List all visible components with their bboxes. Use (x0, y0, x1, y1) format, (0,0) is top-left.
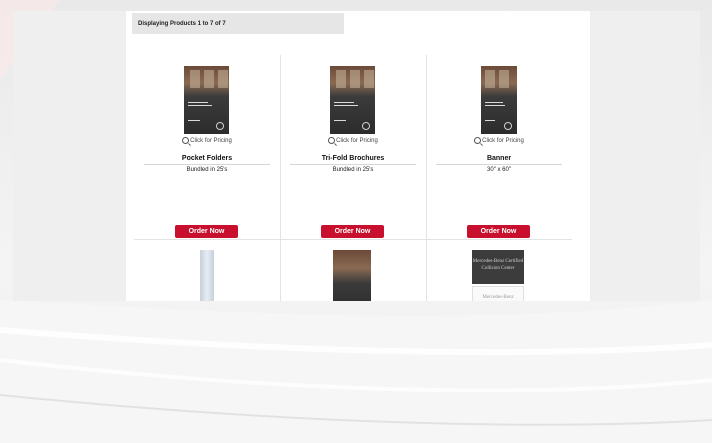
product-title[interactable]: Pocket Folders (144, 155, 270, 165)
product-count-header: Displaying Products 1 to 7 of 7 (132, 13, 344, 34)
star-logo-icon (504, 122, 512, 130)
click-for-pricing-link[interactable]: Click for Pricing (280, 137, 426, 144)
click-for-pricing-link[interactable]: Click for Pricing (426, 137, 572, 144)
star-logo-icon (216, 122, 224, 130)
magnifier-icon (474, 137, 482, 144)
pricing-label: Click for Pricing (190, 138, 232, 145)
magnifier-icon (182, 137, 190, 144)
product-thumbnail[interactable] (333, 250, 371, 301)
product-subtitle: Bundled in 25's (332, 167, 374, 173)
order-now-button[interactable]: Order Now (321, 225, 384, 238)
order-now-button[interactable]: Order Now (467, 225, 530, 238)
star-logo-icon (362, 122, 370, 130)
order-now-button[interactable]: Order Now (175, 225, 238, 238)
product-title[interactable]: Banner (436, 155, 562, 165)
product-card-banner: Click for Pricing Banner 30" x 60" Order… (426, 55, 572, 239)
product-card-pocket-folders: Click for Pricing Pocket Folders Bundled… (134, 55, 280, 239)
product-thumbnail[interactable] (184, 66, 229, 134)
product-thumbnail[interactable] (200, 250, 214, 301)
product-card-retractable-banner (134, 240, 280, 301)
magnifier-icon (328, 137, 336, 144)
product-title[interactable]: Tri-Fold Brochures (290, 155, 416, 165)
sign-text: Mercedes-Benz Certified Collision Center (472, 259, 524, 271)
product-card-tri-fold-brochures: Click for Pricing Tri-Fold Brochures Bun… (280, 55, 426, 239)
pricing-label: Click for Pricing (482, 138, 524, 145)
product-thumbnail[interactable] (481, 66, 517, 134)
product-subtitle: Bundled in 25's (186, 167, 228, 173)
pricing-label: Click for Pricing (336, 138, 378, 145)
product-thumbnail[interactable] (330, 66, 375, 134)
product-thumbnail[interactable]: Mercedes-Benz Certified Collision Center (472, 250, 524, 284)
product-listing-panel: Displaying Products 1 to 7 of 7 Click fo… (126, 11, 590, 301)
product-card-poster (280, 240, 426, 301)
sign-text: Mercedes-Benz (482, 295, 514, 300)
sign-panel: Mercedes-Benz (472, 286, 524, 301)
click-for-pricing-link[interactable]: Click for Pricing (134, 137, 280, 144)
product-subtitle: 30" x 60" (487, 167, 511, 173)
product-card-sign: Mercedes-Benz Certified Collision Center… (426, 240, 572, 301)
